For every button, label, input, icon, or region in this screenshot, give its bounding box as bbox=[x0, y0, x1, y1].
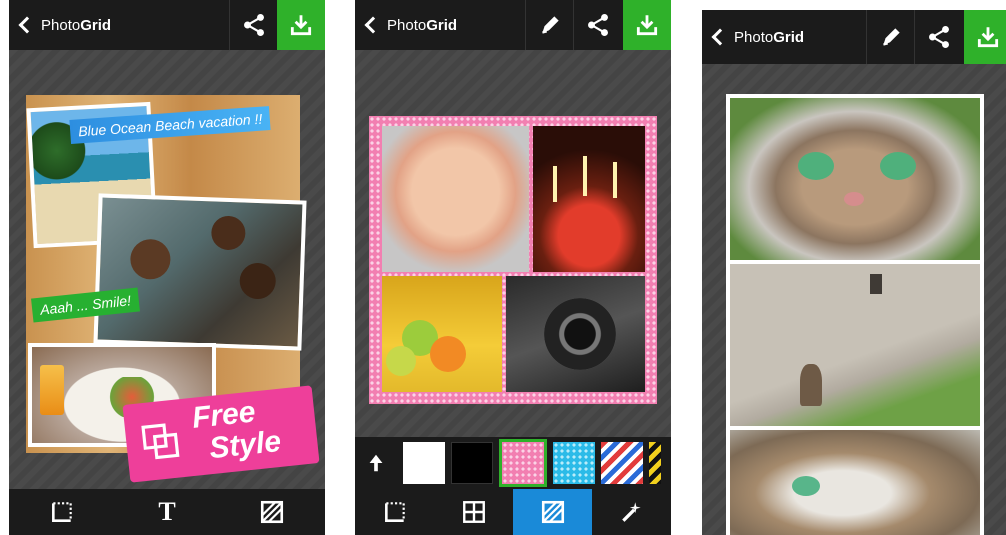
crop-icon bbox=[384, 502, 405, 522]
app-title: PhotoGrid bbox=[387, 16, 458, 34]
edit-button[interactable] bbox=[525, 0, 573, 50]
top-bar: PhotoGrid bbox=[355, 0, 671, 50]
phone-screen-vertical: PhotoGrid bbox=[702, 10, 1006, 535]
text-button[interactable]: T bbox=[114, 489, 219, 535]
layout-button[interactable] bbox=[434, 489, 513, 535]
background-button[interactable] bbox=[513, 489, 592, 535]
swatch-bar bbox=[355, 437, 671, 489]
download-icon bbox=[290, 15, 312, 36]
swatch-stripes[interactable] bbox=[601, 442, 643, 484]
download-icon bbox=[636, 15, 658, 36]
background-icon bbox=[261, 500, 284, 524]
fruit-photo[interactable] bbox=[382, 276, 502, 392]
top-bar: PhotoGrid bbox=[702, 10, 1006, 64]
vertical-collage[interactable] bbox=[726, 94, 984, 535]
save-button[interactable] bbox=[964, 10, 1006, 64]
badge-line-2: Style bbox=[207, 424, 283, 466]
swatch-yellow-black[interactable] bbox=[649, 442, 661, 484]
phone-screen-freestyle: PhotoGrid Blue Ocean Beach vacation !! A… bbox=[9, 0, 325, 535]
text-icon: T bbox=[158, 497, 176, 526]
share-button[interactable] bbox=[573, 0, 621, 50]
freestyle-canvas[interactable]: Blue Ocean Beach vacation !! Aaah ... Sm… bbox=[26, 95, 320, 483]
grid-collage[interactable] bbox=[369, 116, 657, 404]
app-title: PhotoGrid bbox=[41, 16, 112, 34]
swatch-cyan-dots[interactable] bbox=[553, 442, 595, 484]
share-icon bbox=[587, 13, 608, 37]
top-bar: PhotoGrid bbox=[9, 0, 325, 50]
chevron-left-icon bbox=[711, 28, 729, 46]
effects-button[interactable] bbox=[592, 489, 671, 535]
background-icon bbox=[541, 500, 564, 524]
share-button[interactable] bbox=[914, 10, 962, 64]
cat-closeup-photo[interactable] bbox=[730, 98, 980, 260]
swatch-pink-dots[interactable] bbox=[499, 439, 547, 487]
bottom-toolbar bbox=[355, 489, 671, 535]
share-button[interactable] bbox=[229, 0, 277, 50]
back-button[interactable]: PhotoGrid bbox=[363, 0, 457, 50]
share-icon bbox=[243, 13, 264, 37]
cat-face-photo[interactable] bbox=[730, 430, 980, 535]
chevron-left-icon bbox=[18, 16, 36, 34]
pencil-icon bbox=[541, 16, 559, 34]
bottom-toolbar: T bbox=[9, 489, 325, 535]
crop-button[interactable] bbox=[9, 489, 114, 535]
back-button[interactable]: PhotoGrid bbox=[17, 0, 111, 50]
kids-photo[interactable] bbox=[93, 193, 307, 351]
share-icon bbox=[928, 25, 949, 49]
crop-button[interactable] bbox=[355, 489, 434, 535]
camera-photo[interactable] bbox=[506, 276, 645, 392]
chevron-left-icon bbox=[364, 16, 382, 34]
save-button[interactable] bbox=[277, 0, 325, 50]
download-icon bbox=[977, 27, 999, 48]
baby-photo[interactable] bbox=[382, 126, 529, 272]
swatch-white[interactable] bbox=[403, 442, 445, 484]
background-button[interactable] bbox=[220, 489, 325, 535]
app-title: PhotoGrid bbox=[734, 28, 805, 46]
birthday-cake-photo[interactable] bbox=[533, 126, 645, 272]
phone-screen-grid: PhotoGrid bbox=[355, 0, 671, 535]
pencil-icon bbox=[882, 28, 900, 46]
grid-layout-icon bbox=[462, 501, 485, 523]
back-button[interactable]: PhotoGrid bbox=[710, 10, 804, 64]
layers-icon bbox=[141, 423, 180, 460]
crop-icon bbox=[51, 502, 72, 522]
edit-button[interactable] bbox=[866, 10, 914, 64]
save-button[interactable] bbox=[623, 0, 671, 50]
arrow-up-icon[interactable] bbox=[365, 452, 387, 474]
swatch-black[interactable] bbox=[451, 442, 493, 484]
cats-on-path-photo[interactable] bbox=[730, 264, 980, 426]
magic-wand-icon bbox=[621, 502, 641, 522]
